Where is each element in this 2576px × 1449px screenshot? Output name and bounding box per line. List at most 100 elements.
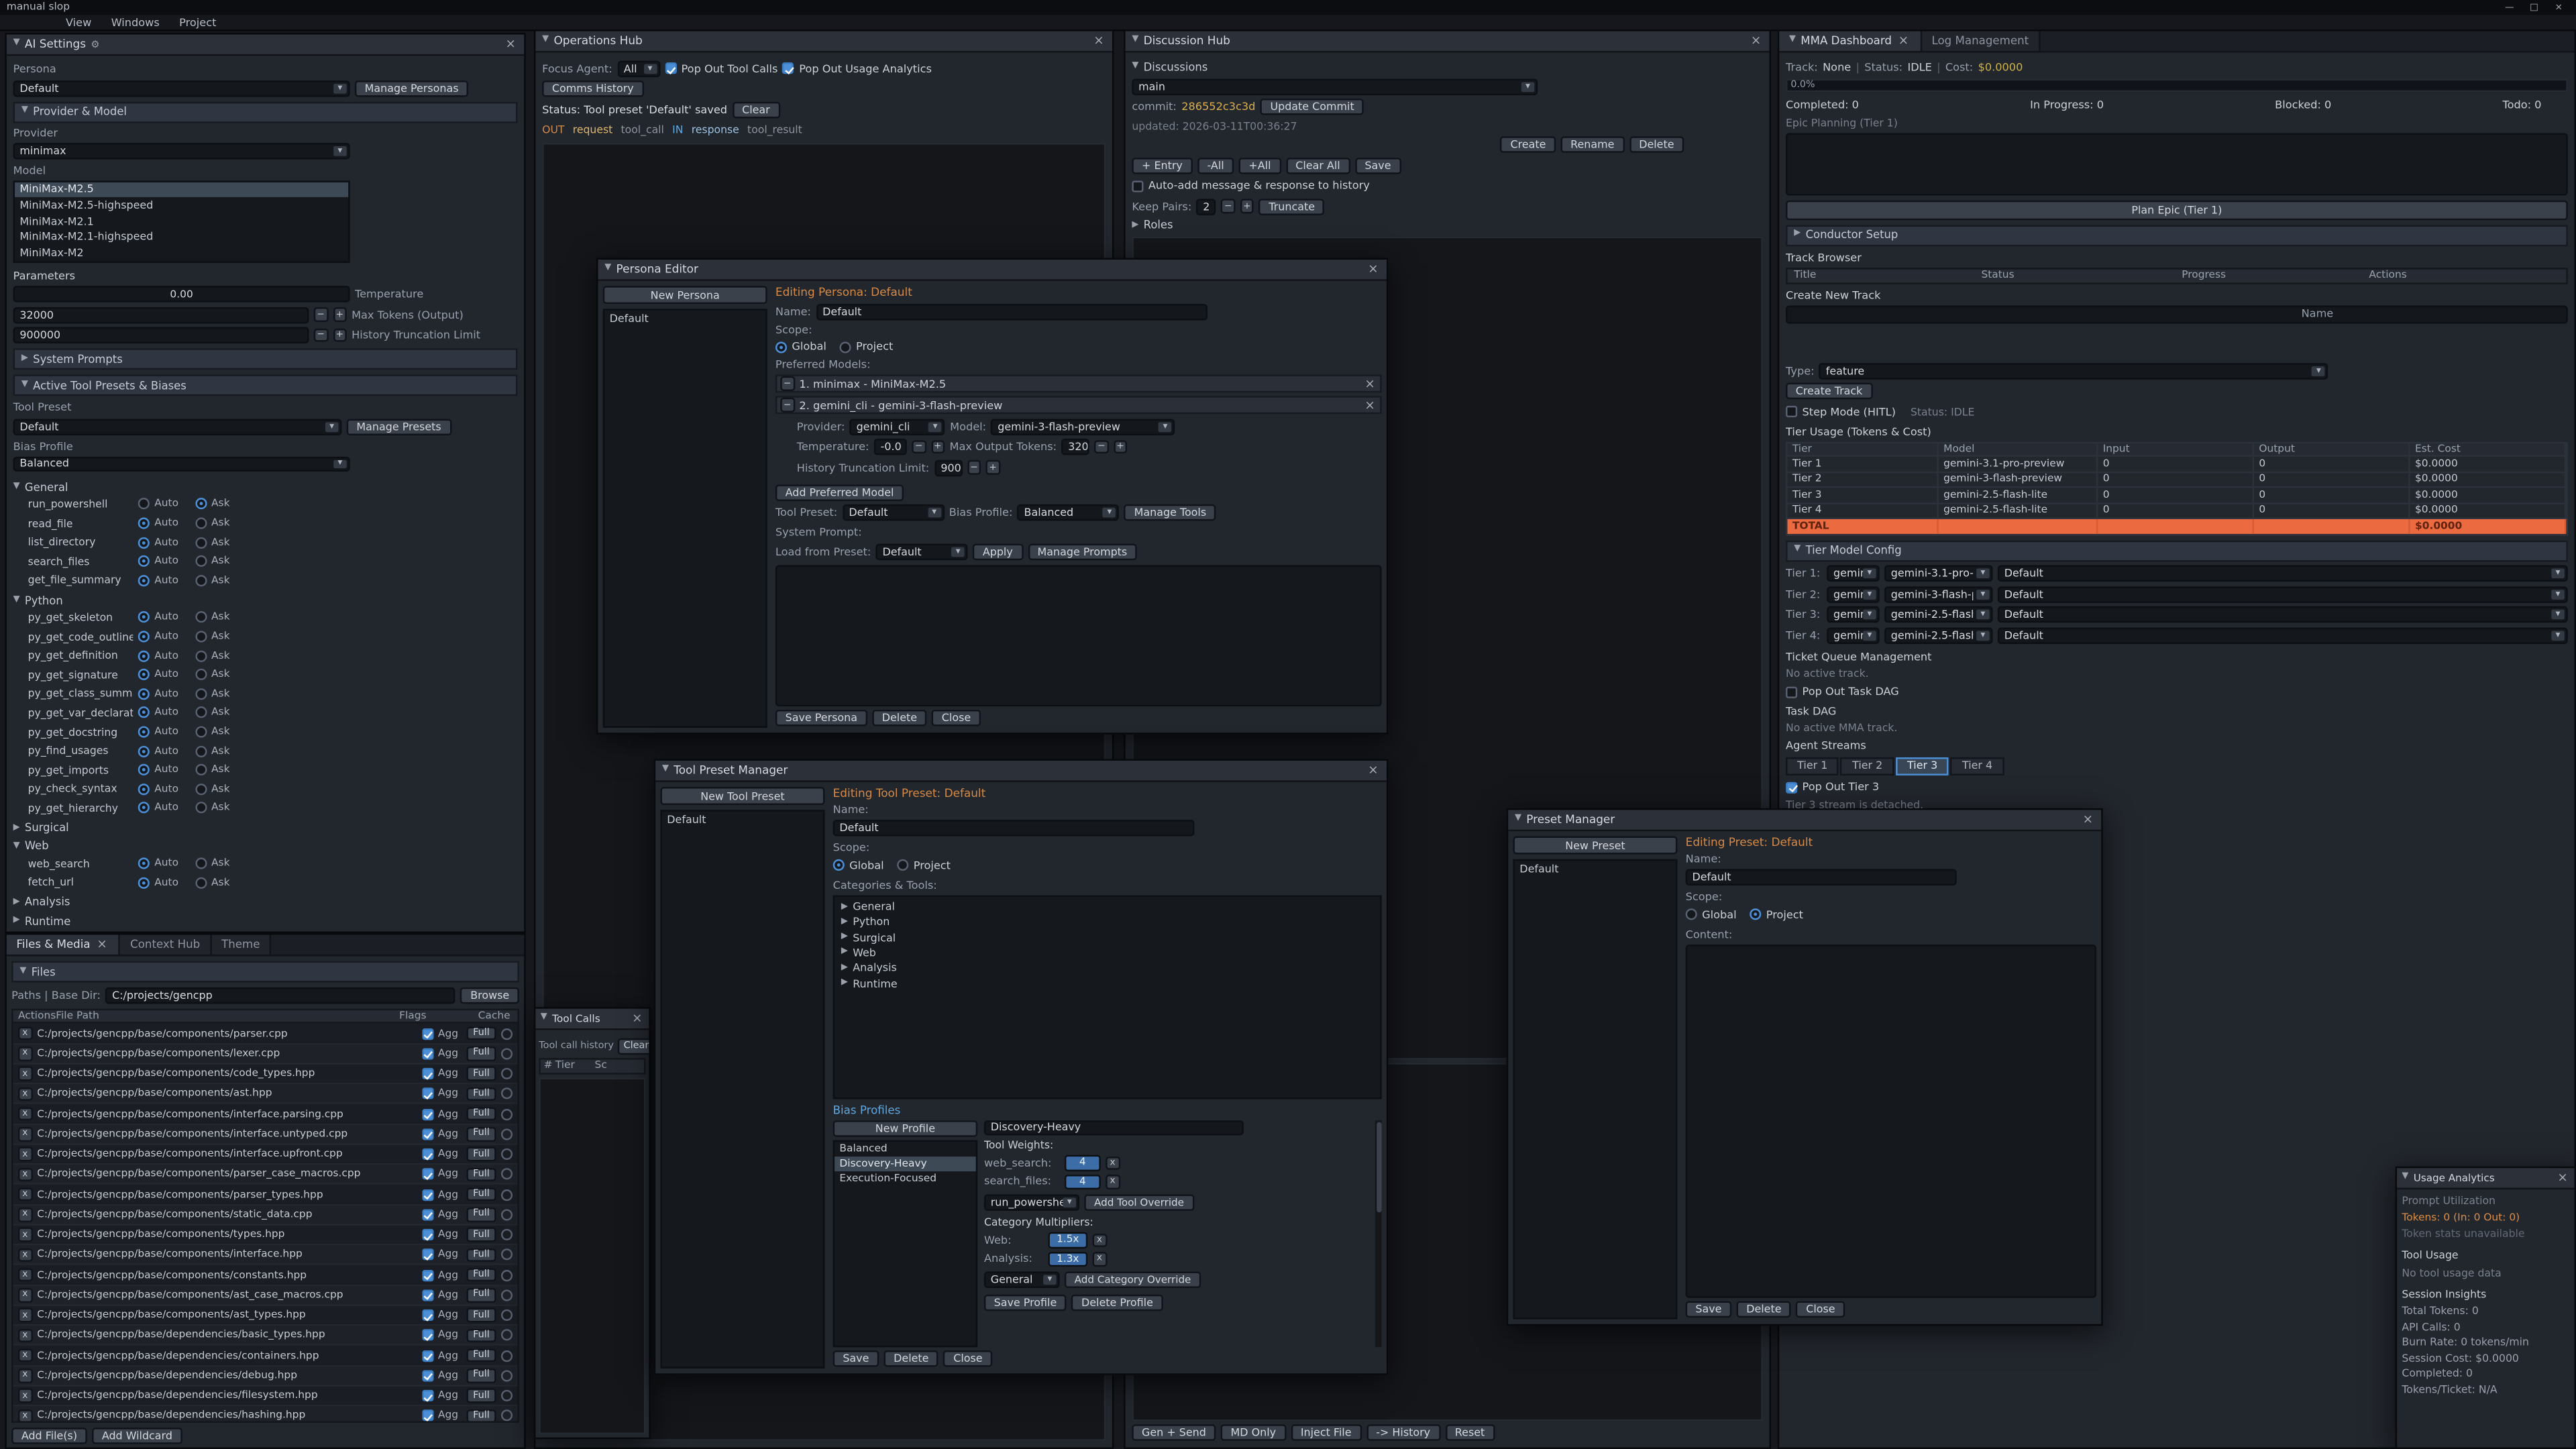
tab-theme[interactable]: Theme	[211, 934, 271, 954]
tool-preset-select[interactable]: Default	[843, 504, 945, 521]
full-button[interactable]: Full	[466, 1248, 496, 1262]
new-preset-button[interactable]: New Preset	[1513, 837, 1678, 855]
discussion-manage-button[interactable]: Delete	[1629, 136, 1684, 152]
add-tool-select[interactable]: run_powershell	[984, 1194, 1079, 1210]
scope-global-radio[interactable]	[1686, 908, 1697, 920]
persona-select[interactable]: Default	[13, 80, 350, 96]
tier-model-select[interactable]: gemini-3-flash-preview	[1884, 586, 1993, 602]
add-preferred-model-button[interactable]: Add Preferred Model	[775, 484, 904, 500]
remove-file-button[interactable]: x	[18, 1107, 32, 1121]
auto-radio[interactable]	[138, 650, 150, 661]
agg-checkbox[interactable]	[421, 1249, 433, 1260]
bias-profile-item[interactable]: Balanced	[835, 1141, 976, 1156]
step-mode-checkbox[interactable]	[1786, 406, 1797, 417]
remove-file-button[interactable]: x	[18, 1328, 32, 1342]
close-icon[interactable]: ×	[504, 38, 517, 50]
agg-checkbox[interactable]	[421, 1028, 433, 1039]
scope-global-radio[interactable]	[833, 859, 845, 871]
plan-epic-button[interactable]: Plan Epic (Tier 1)	[1786, 200, 2568, 219]
tool-preset-list-item[interactable]: Default	[662, 812, 823, 827]
agg-checkbox[interactable]	[421, 1128, 433, 1140]
auto-radio[interactable]	[138, 669, 150, 680]
full-button[interactable]: Full	[466, 1288, 496, 1302]
tab-log-management[interactable]: Log Management	[1922, 32, 2041, 51]
delete-button[interactable]: Delete	[883, 1350, 938, 1366]
increment-button[interactable]: +	[333, 328, 347, 342]
auto-radio[interactable]	[138, 745, 150, 757]
composer-button[interactable]: -> History	[1366, 1424, 1440, 1440]
remove-file-button[interactable]: x	[18, 1409, 32, 1423]
roles-section[interactable]: Roles	[1132, 217, 1762, 233]
composer-button[interactable]: Reset	[1445, 1424, 1495, 1440]
auto-radio[interactable]	[138, 555, 150, 567]
pm-provider-select[interactable]: gemini_cli	[850, 418, 945, 434]
ask-radio[interactable]	[195, 764, 207, 775]
discussions-section[interactable]: Discussions	[1132, 59, 1762, 74]
remove-file-button[interactable]: x	[18, 1067, 32, 1081]
agg-checkbox[interactable]	[421, 1390, 433, 1401]
clear-tool-calls-button[interactable]: Clear	[617, 1038, 651, 1054]
full-button[interactable]: Full	[466, 1328, 496, 1342]
decrement-button[interactable]: −	[912, 440, 926, 454]
pm-model-select[interactable]: gemini-3-flash-preview	[991, 418, 1175, 434]
category-node[interactable]: Python	[835, 915, 1380, 930]
files-section[interactable]: Files	[11, 961, 519, 983]
tier-preset-select[interactable]: Default	[1998, 586, 2568, 602]
menu-item[interactable]: Windows	[101, 15, 169, 29]
close-icon[interactable]: ×	[631, 1012, 644, 1024]
remove-file-button[interactable]: x	[18, 1127, 32, 1141]
save-profile-button[interactable]: Save Profile	[984, 1295, 1067, 1311]
ask-radio[interactable]	[195, 555, 207, 567]
manage-tools-button[interactable]: Manage Tools	[1124, 504, 1216, 521]
tab-files-media[interactable]: Files & Media ×	[7, 934, 121, 954]
bias-profile-item[interactable]: Execution-Focused	[835, 1171, 976, 1185]
bias-profile-item[interactable]: Discovery-Heavy	[835, 1156, 976, 1171]
remove-file-button[interactable]: x	[18, 1147, 32, 1161]
scope-project-radio[interactable]	[1750, 908, 1761, 920]
active-presets-section[interactable]: Active Tool Presets & Biases	[13, 375, 518, 396]
ask-radio[interactable]	[195, 575, 207, 586]
tier-stream-tab[interactable]: Tier 1	[1786, 757, 1839, 775]
tier-stream-tab[interactable]: Tier 3	[1896, 757, 1949, 775]
manage-personas-button[interactable]: Manage Personas	[355, 80, 468, 96]
auto-radio[interactable]	[138, 537, 150, 548]
new-persona-button[interactable]: New Persona	[603, 286, 767, 304]
remove-file-button[interactable]: x	[18, 1026, 32, 1040]
ask-radio[interactable]	[195, 745, 207, 757]
ask-radio[interactable]	[195, 612, 207, 623]
scope-global-radio[interactable]	[775, 341, 787, 352]
remove-weight-button[interactable]: x	[1106, 1156, 1120, 1170]
clear-status-button[interactable]: Clear	[732, 101, 780, 117]
agg-checkbox[interactable]	[421, 1048, 433, 1059]
save-button[interactable]: Save	[833, 1350, 879, 1366]
close-icon[interactable]: ×	[1749, 35, 1762, 47]
ask-radio[interactable]	[195, 784, 207, 795]
tier-provider-select[interactable]: gemini	[1827, 627, 1879, 643]
category-node[interactable]: Surgical	[835, 930, 1380, 945]
preset-list-item[interactable]: Default	[1515, 861, 1676, 876]
create-track-button[interactable]: Create Track	[1786, 383, 1872, 399]
collapse-icon[interactable]	[1515, 816, 1521, 824]
ask-radio[interactable]	[195, 877, 207, 888]
remove-file-button[interactable]: x	[18, 1046, 32, 1061]
tier-model-select[interactable]: gemini-2.5-flash-lite	[1884, 627, 1993, 643]
auto-radio[interactable]	[138, 498, 150, 510]
decrement-button[interactable]: −	[967, 460, 981, 474]
ask-radio[interactable]	[195, 631, 207, 643]
track-type-select[interactable]: feature	[1819, 362, 2328, 378]
entry-button[interactable]: Clear All	[1286, 157, 1350, 173]
tier-stream-tab[interactable]: Tier 2	[1841, 757, 1894, 775]
composer-button[interactable]: MD Only	[1221, 1424, 1286, 1440]
discussion-manage-button[interactable]: Create	[1501, 136, 1556, 152]
decrement-button[interactable]: −	[314, 308, 328, 322]
scope-project-radio[interactable]	[840, 341, 851, 352]
track-name-input[interactable]: Name	[1786, 305, 2568, 323]
collapse-icon[interactable]	[604, 265, 611, 274]
history-limit-input[interactable]: 900000	[934, 459, 963, 475]
remove-model-icon[interactable]: ×	[1363, 378, 1377, 390]
weight-value-drag[interactable]: 4	[1065, 1155, 1101, 1171]
auto-radio[interactable]	[138, 784, 150, 795]
remove-model-icon[interactable]: ×	[1363, 398, 1377, 411]
composer-button[interactable]: Inject File	[1291, 1424, 1361, 1440]
model-handle-button[interactable]: −	[780, 398, 794, 412]
